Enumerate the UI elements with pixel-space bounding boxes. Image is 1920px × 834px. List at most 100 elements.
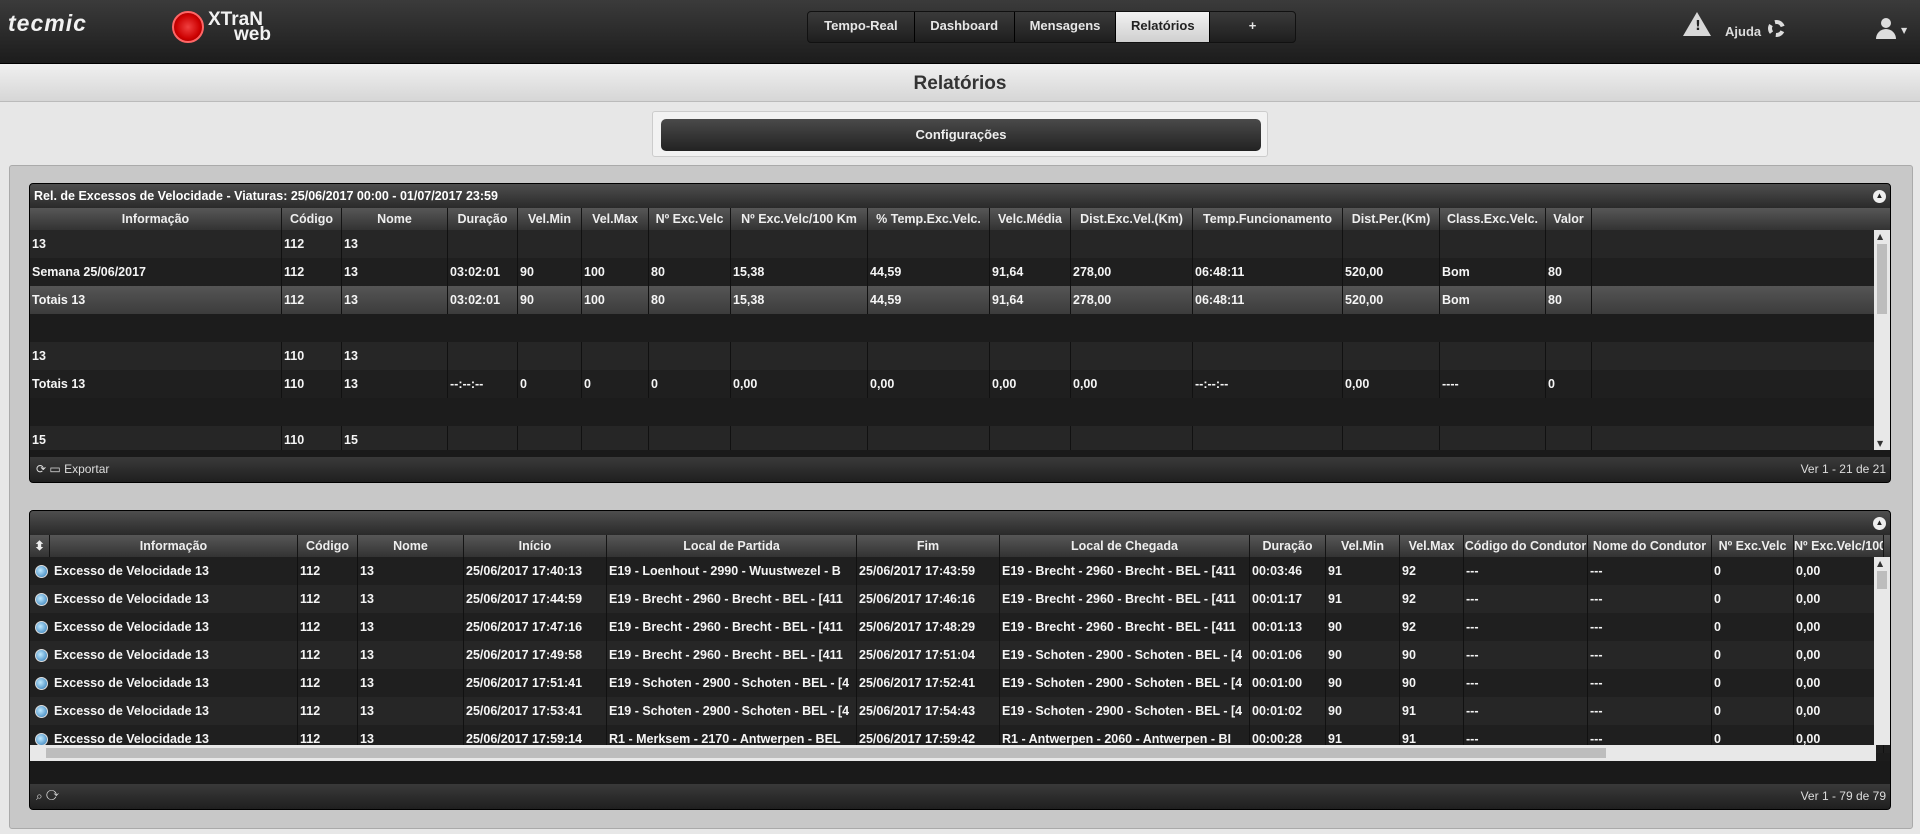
column-header-vel-min[interactable]: Vel.Min	[518, 208, 582, 230]
detail-table-header: ⬍ Informação Código Nome Início Local de Part…	[30, 535, 1890, 557]
table-cell: 0	[1712, 613, 1794, 641]
table-row[interactable]: Excesso de Velocidade 13 112 13 25/06/2017 …	[30, 557, 1890, 585]
export-control[interactable]: ⟳ ▭ Exportar	[36, 457, 109, 482]
column-header-nome-do-condutor[interactable]: Nome do Condutor	[1588, 535, 1712, 557]
table-cell: 110	[282, 426, 342, 450]
column-header-fim[interactable]: Fim	[857, 535, 1000, 557]
table-cell-with-icon: Excesso de Velocidade 13	[30, 585, 298, 613]
table-cell: E19 - Schoten - 2900 - Schoten - BEL - […	[1000, 641, 1250, 669]
table-row[interactable]: Excesso de Velocidade 13 112 13 25/06/2017 …	[30, 641, 1890, 669]
lifebuoy-icon[interactable]	[1768, 20, 1785, 37]
column-header-local-de-partida[interactable]: Local de Partida	[607, 535, 857, 557]
scroll-down-icon[interactable]: ▼	[1877, 439, 1883, 448]
table-cell: 91	[1326, 585, 1400, 613]
tab-dashboard[interactable]: Dashboard	[915, 12, 1015, 42]
column-header-dist-exc-vel-km[interactable]: Dist.Exc.Vel.(Km)	[1071, 208, 1193, 230]
zoom-map-icon[interactable]	[35, 649, 48, 663]
report-detail-panel: ▲ ⬍ Informação Código Nome Início Local de Pa…	[29, 510, 1891, 810]
help-link[interactable]: Ajuda	[1725, 24, 1761, 39]
export-label[interactable]: Exportar	[64, 462, 109, 476]
warning-glyph: !	[1695, 19, 1701, 34]
table-cell	[649, 230, 731, 258]
column-header-codigo[interactable]: Código	[282, 208, 342, 230]
column-header-duracao[interactable]: Duração	[1250, 535, 1326, 557]
column-header-n-exc-velc[interactable]: Nº Exc.Velc	[1712, 535, 1794, 557]
column-header-temp-funcionamento[interactable]: Temp.Funcionamento	[1193, 208, 1343, 230]
table-row[interactable]: Excesso de Velocidade 13 112 13 25/06/2017 …	[30, 669, 1890, 697]
table-row[interactable]: Excesso de Velocidade 13 112 13 25/06/2017 …	[30, 613, 1890, 641]
column-header-duracao[interactable]: Duração	[448, 208, 518, 230]
configuracoes-button[interactable]: Configurações	[661, 119, 1261, 151]
table-cell: 278,00	[1071, 258, 1193, 286]
table-cell	[1071, 342, 1193, 370]
column-header-vel-max[interactable]: Vel.Max	[582, 208, 649, 230]
collapse-icon[interactable]: ▲	[1873, 190, 1886, 203]
table-cell: 25/06/2017 17:52:41	[857, 669, 1000, 697]
table-row[interactable]: Totais 13 112 13 03:02:01 90 100 80 15,38 44,59 9…	[30, 286, 1890, 314]
zoom-map-icon[interactable]	[35, 705, 48, 719]
zoom-map-icon[interactable]	[35, 677, 48, 691]
zoom-map-icon[interactable]	[35, 593, 48, 607]
column-header-n-exc-velc[interactable]: Nº Exc.Velc	[649, 208, 731, 230]
table-row[interactable]: Totais 13 110 13 --:--:-- 0 0 0 0,00 0,00 0,00 0,0…	[30, 370, 1890, 398]
table-row[interactable]	[30, 314, 1890, 342]
table-row[interactable]: Semana 25/06/2017 112 13 03:02:01 90 100 80 15,…	[30, 258, 1890, 286]
table-cell: 90	[518, 286, 582, 314]
column-header-n-exc-velc-100-km[interactable]: Nº Exc.Velc/100 Km	[731, 208, 868, 230]
table-cell: ---	[1588, 557, 1712, 585]
table-cell: Totais 13	[30, 370, 282, 398]
table-row[interactable]: 13 110 13	[30, 342, 1890, 370]
column-header-temp-exc-velc[interactable]: % Temp.Exc.Velc.	[868, 208, 990, 230]
table-cell: 0	[1712, 585, 1794, 613]
scroll-up-icon[interactable]: ▲	[1877, 559, 1883, 568]
table-cell: 110	[282, 342, 342, 370]
column-header-informacao[interactable]: Informação	[50, 535, 298, 557]
collapse-icon[interactable]: ▲	[1873, 517, 1886, 530]
user-icon[interactable]	[1876, 18, 1896, 40]
table-cell	[518, 230, 582, 258]
column-header-codigo-do-condutor[interactable]: Código do Condutor	[1464, 535, 1588, 557]
scrollbar-thumb[interactable]	[46, 748, 1606, 758]
column-header-nome[interactable]: Nome	[342, 208, 448, 230]
column-header-velc-media[interactable]: Velc.Média	[990, 208, 1071, 230]
table-row[interactable]: Excesso de Velocidade 13 112 13 25/06/2017 …	[30, 585, 1890, 613]
scrollbar-thumb[interactable]	[1877, 244, 1887, 314]
detail-vertical-scrollbar[interactable]: ▲	[1874, 557, 1890, 745]
column-header-nome[interactable]: Nome	[358, 535, 464, 557]
tab-relatorios[interactable]: Relatórios	[1116, 12, 1211, 42]
column-header-class-exc-velc[interactable]: Class.Exc.Velc.	[1440, 208, 1546, 230]
column-header-codigo[interactable]: Código	[298, 535, 358, 557]
table-cell: 00:03:46	[1250, 557, 1326, 585]
column-header-informacao[interactable]: Informação	[30, 208, 282, 230]
tab-add[interactable]: +	[1210, 12, 1295, 42]
table-cell: Totais 13	[30, 286, 282, 314]
column-header-n-exc-velc-100[interactable]: Nº Exc.Velc/100	[1794, 535, 1884, 557]
table-row[interactable]: Excesso de Velocidade 13 112 13 25/06/2017 …	[30, 697, 1890, 725]
scrollbar-thumb[interactable]	[1877, 571, 1887, 589]
warning-icon[interactable]: !	[1683, 12, 1711, 36]
column-header-inicio[interactable]: Início	[464, 535, 607, 557]
summary-table-body: 13 112 13 Semana 25/06/2017 112 13 03:02:01 90 1…	[30, 230, 1890, 450]
chevron-down-icon[interactable]: ▼	[1901, 26, 1907, 35]
scroll-up-icon[interactable]: ▲	[1877, 232, 1883, 241]
column-header-valor[interactable]: Valor	[1546, 208, 1592, 230]
table-row[interactable]: 15 110 15	[30, 426, 1890, 450]
column-header-local-de-chegada[interactable]: Local de Chegada	[1000, 535, 1250, 557]
search-icon[interactable]: ⌕ ⟳	[36, 784, 59, 809]
column-header-dist-per-km[interactable]: Dist.Per.(Km)	[1343, 208, 1440, 230]
table-cell: 25/06/2017 17:54:43	[857, 697, 1000, 725]
table-cell: 112	[298, 641, 358, 669]
detail-horizontal-scrollbar[interactable]	[30, 745, 1876, 761]
tab-mensagens[interactable]: Mensagens	[1015, 12, 1117, 42]
zoom-map-icon[interactable]	[35, 621, 48, 635]
sort-icon[interactable]: ⬍	[30, 535, 50, 557]
tab-tempo-real[interactable]: Tempo-Real	[808, 12, 915, 42]
zoom-map-icon[interactable]	[35, 565, 48, 579]
column-header-vel-min[interactable]: Vel.Min	[1326, 535, 1400, 557]
table-cell: 90	[518, 258, 582, 286]
summary-vertical-scrollbar[interactable]: ▲ ▼	[1874, 230, 1890, 450]
table-row[interactable]	[30, 398, 1890, 426]
table-row[interactable]: 13 112 13	[30, 230, 1890, 258]
report-detail-header: ▲	[30, 511, 1890, 535]
column-header-vel-max[interactable]: Vel.Max	[1400, 535, 1464, 557]
